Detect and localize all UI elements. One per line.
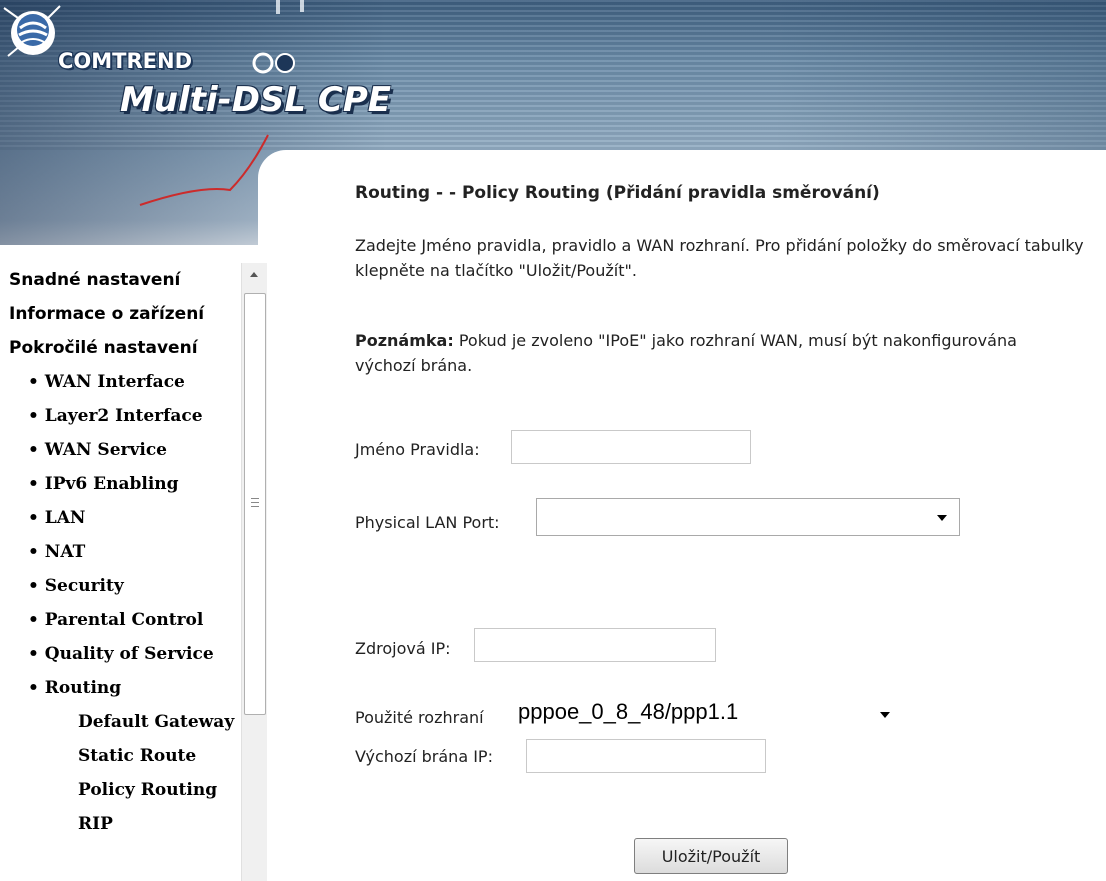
sidebar-item-layer2-interface[interactable]: • Layer2 Interface [0, 399, 240, 433]
sidebar-item-rip[interactable]: RIP [0, 807, 240, 841]
chevron-down-icon [937, 515, 947, 521]
lan-port-select[interactable] [536, 498, 960, 536]
sidebar-item-ipv6-enabling[interactable]: • IPv6 Enabling [0, 467, 240, 501]
sidebar-nav: Snadné nastavení Informace o zařízení Po… [0, 263, 240, 881]
note-label: Poznámka: [355, 331, 454, 350]
lan-port-label: Physical LAN Port: [355, 513, 500, 532]
sidebar-item-easy-setup[interactable]: Snadné nastavení [0, 263, 240, 297]
scroll-grip-icon [251, 498, 259, 507]
interface-label: Použité rozhraní [355, 708, 484, 727]
sidebar-item-routing[interactable]: • Routing [0, 671, 240, 705]
sidebar-item-device-info[interactable]: Informace o zařízení [0, 297, 240, 331]
sidebar-item-policy-routing[interactable]: Policy Routing [0, 773, 240, 807]
chevron-down-icon [880, 712, 890, 718]
interface-value: pppoe_0_8_48/ppp1.1 [518, 699, 739, 724]
sidebar-item-wan-interface[interactable]: • WAN Interface [0, 365, 240, 399]
sidebar-item-lan[interactable]: • LAN [0, 501, 240, 535]
sidebar-scrollbar[interactable] [241, 263, 267, 881]
page-title: Routing - - Policy Routing (Přidání prav… [355, 183, 880, 203]
sidebar-item-nat[interactable]: • NAT [0, 535, 240, 569]
scroll-up-arrow-icon[interactable] [242, 263, 267, 287]
source-ip-input[interactable] [474, 628, 716, 662]
product-name: Multi-DSL CPE [120, 80, 392, 120]
gateway-ip-input[interactable] [526, 739, 766, 773]
rule-name-label: Jméno Pravidla: [355, 440, 480, 459]
sidebar-item-static-route[interactable]: Static Route [0, 739, 240, 773]
save-apply-button[interactable]: Uložit/Použít [634, 838, 788, 874]
globe-logo-icon [3, 5, 61, 57]
note-text: Pokud je zvoleno "IPoE" jako rozhraní WA… [355, 331, 1017, 375]
rule-name-input[interactable] [511, 430, 751, 464]
sidebar-item-parental-control[interactable]: • Parental Control [0, 603, 240, 637]
page-description: Zadejte Jméno pravidla, pravidlo a WAN r… [355, 236, 1084, 280]
sidebar-item-security[interactable]: • Security [0, 569, 240, 603]
scrollbar-thumb[interactable] [244, 293, 266, 715]
interface-select[interactable]: pppoe_0_8_48/ppp1.1 [510, 696, 900, 732]
sidebar-item-quality-of-service[interactable]: • Quality of Service [0, 637, 240, 671]
sidebar-item-advanced-setup[interactable]: Pokročilé nastavení [0, 331, 240, 365]
sidebar-item-wan-service[interactable]: • WAN Service [0, 433, 240, 467]
page-note: Poznámka: Pokud je zvoleno "IPoE" jako r… [355, 328, 1055, 378]
source-ip-label: Zdrojová IP: [355, 639, 451, 658]
gateway-ip-label: Výchozí brána IP: [355, 747, 493, 766]
sidebar-item-default-gateway[interactable]: Default Gateway [0, 705, 240, 739]
brand-logo-text: COMTREND [58, 49, 193, 73]
